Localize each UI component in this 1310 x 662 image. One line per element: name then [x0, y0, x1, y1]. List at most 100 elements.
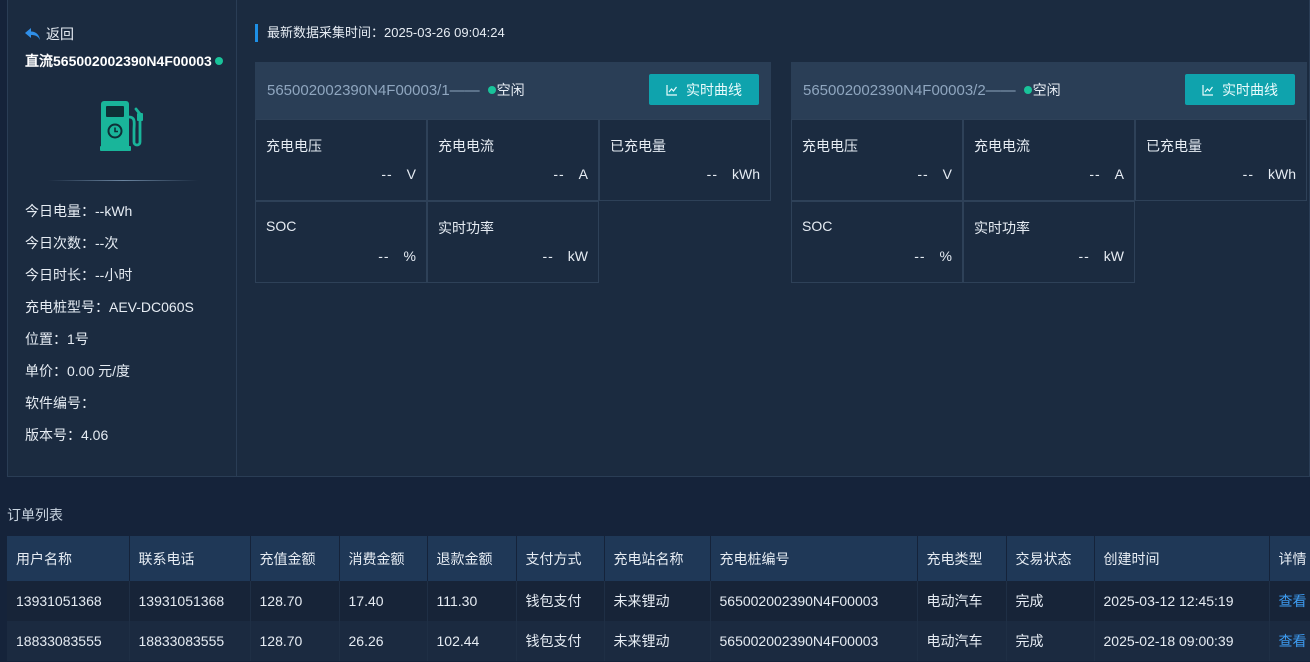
- info-label: 软件编号：: [25, 395, 95, 411]
- table-cell: 完成: [1006, 581, 1095, 621]
- metric-soc: SOC --%: [255, 201, 427, 283]
- metric-unit: %: [403, 248, 416, 264]
- table-cell: 565002002390N4F00003: [710, 581, 918, 621]
- table-cell: 钱包支付: [516, 581, 605, 621]
- table-cell: 102.44: [427, 621, 517, 661]
- back-label: 返回: [46, 26, 74, 42]
- info-today-energy: 今日电量：--kWh: [25, 201, 194, 233]
- table-cell: 13931051368: [129, 581, 251, 621]
- metric-power: 实时功率 -- kW: [963, 201, 1135, 283]
- metric-unit: %: [939, 248, 952, 264]
- info-value: --kWh: [95, 203, 133, 219]
- table-row: 13931051368 13931051368 128.70 17.40 111…: [7, 581, 1310, 621]
- gun-panel-1: 565002002390N4F00003/1—— 空闲 实时曲线 充电电压 --…: [255, 62, 771, 284]
- info-label: 今日次数：: [25, 235, 95, 251]
- table-cell: 26.26: [339, 621, 428, 661]
- device-status-dot: [214, 57, 223, 65]
- metric-value: --: [542, 248, 554, 264]
- realtime-curve-button[interactable]: 实时曲线: [649, 74, 759, 105]
- table-cell: 电动汽车: [917, 621, 1007, 661]
- table-row: 18833083555 18833083555 128.70 26.26 102…: [7, 621, 1310, 661]
- metric-value: --: [914, 248, 926, 264]
- info-value: --次: [95, 235, 119, 251]
- info-value: --小时: [95, 267, 133, 283]
- metric-label: 实时功率: [974, 220, 1030, 236]
- table-cell: 电动汽车: [917, 581, 1007, 621]
- gun-status: 空闲: [496, 82, 525, 98]
- line-chart-icon: [666, 84, 677, 96]
- device-info-column: 返回 直流565002002390N4F00003 今日电量：--kWh 今日次…: [8, 0, 237, 476]
- table-header-row: 用户名称 联系电话 充值金额 消费金额 退款金额 支付方式 充电站名称 充电桩编…: [7, 536, 1310, 581]
- gun-status-dot: [487, 86, 496, 94]
- column-header: 充值金额: [250, 536, 340, 581]
- metric-soc: SOC --%: [791, 201, 963, 283]
- metric-value: --: [378, 248, 390, 264]
- column-header: 交易状态: [1006, 536, 1095, 581]
- gun-name: 565002002390N4F00003/2—— 空闲: [803, 80, 1061, 100]
- metric-label: 充电电流: [438, 138, 494, 154]
- info-today-count: 今日次数：--次: [25, 233, 194, 265]
- metric-current: 充电电流 -- A: [427, 119, 599, 201]
- metric-label: 已充电量: [1146, 138, 1202, 154]
- column-header: 充电类型: [917, 536, 1007, 581]
- metric-label: 充电电压: [802, 138, 858, 154]
- metric-current: 充电电流 -- A: [963, 119, 1135, 201]
- table-cell: 完成: [1006, 621, 1095, 661]
- metric-charged-energy: 已充电量 -- kWh: [1135, 119, 1307, 201]
- table-cell: 565002002390N4F00003: [710, 621, 918, 661]
- column-header: 充电站名称: [604, 536, 711, 581]
- device-info-list: 今日电量：--kWh 今日次数：--次 今日时长：--小时 充电桩型号：AEV-…: [25, 201, 194, 457]
- back-button[interactable]: 返回: [25, 24, 74, 44]
- metric-unit: kWh: [1268, 166, 1296, 182]
- table-cell: 128.70: [250, 581, 340, 621]
- table-cell: 2025-02-18 09:00:39: [1094, 621, 1270, 661]
- view-detail-link[interactable]: 查看: [1279, 633, 1307, 649]
- metric-power: 实时功率 -- kW: [427, 201, 599, 283]
- table-cell: 128.70: [250, 621, 340, 661]
- metric-unit: kW: [567, 248, 588, 264]
- info-label: 版本号：: [25, 427, 81, 443]
- metric-voltage: 充电电压 -- V: [255, 119, 427, 201]
- gun-header: 565002002390N4F00003/1—— 空闲 实时曲线: [255, 62, 771, 119]
- metric-value: --: [553, 166, 565, 182]
- realtime-curve-label: 实时曲线: [686, 81, 742, 98]
- info-label: 位置：: [25, 331, 67, 347]
- gun-id: 565002002390N4F00003/2——: [803, 81, 1016, 99]
- column-header: 用户名称: [7, 536, 130, 581]
- line-chart-icon: [1202, 84, 1213, 96]
- metric-value: --: [1078, 248, 1090, 264]
- gun-name: 565002002390N4F00003/1—— 空闲: [267, 80, 525, 100]
- table-cell: 111.30: [427, 581, 517, 621]
- gun-panel-2: 565002002390N4F00003/2—— 空闲 实时曲线 充电电压 --…: [791, 62, 1307, 284]
- metric-unit: kWh: [732, 166, 760, 182]
- metric-value: --: [706, 166, 718, 182]
- column-header: 创建时间: [1094, 536, 1270, 581]
- info-location: 位置：1号: [25, 329, 194, 361]
- info-model: 充电桩型号：AEV-DC060S: [25, 297, 194, 329]
- info-value: AEV-DC060S: [109, 299, 194, 315]
- realtime-curve-label: 实时曲线: [1222, 81, 1278, 98]
- column-header: 支付方式: [516, 536, 605, 581]
- device-panel: 返回 直流565002002390N4F00003 今日电量：--kWh 今日次…: [7, 0, 1310, 477]
- info-today-duration: 今日时长：--小时: [25, 265, 194, 297]
- info-value: 4.06: [81, 427, 109, 443]
- metric-unit: V: [406, 166, 416, 182]
- metric-unit: V: [942, 166, 952, 182]
- column-header: 详情: [1269, 536, 1310, 581]
- column-header: 退款金额: [427, 536, 517, 581]
- metric-unit: kW: [1103, 248, 1124, 264]
- metric-value: --: [1242, 166, 1254, 182]
- device-title-text: 直流565002002390N4F00003: [25, 53, 212, 69]
- gun-header: 565002002390N4F00003/2—— 空闲 实时曲线: [791, 62, 1307, 119]
- metric-label: SOC: [802, 218, 833, 234]
- info-value: 1号: [67, 331, 89, 347]
- metric-label: 充电电压: [266, 138, 322, 154]
- metric-label: 充电电流: [974, 138, 1030, 154]
- realtime-curve-button[interactable]: 实时曲线: [1185, 74, 1295, 105]
- table-cell: 17.40: [339, 581, 428, 621]
- info-software-id: 软件编号：: [25, 393, 194, 425]
- gun-status: 空闲: [1032, 82, 1061, 98]
- view-detail-link[interactable]: 查看: [1279, 593, 1307, 609]
- column-header: 充电桩编号: [710, 536, 918, 581]
- info-version: 版本号：4.06: [25, 425, 194, 457]
